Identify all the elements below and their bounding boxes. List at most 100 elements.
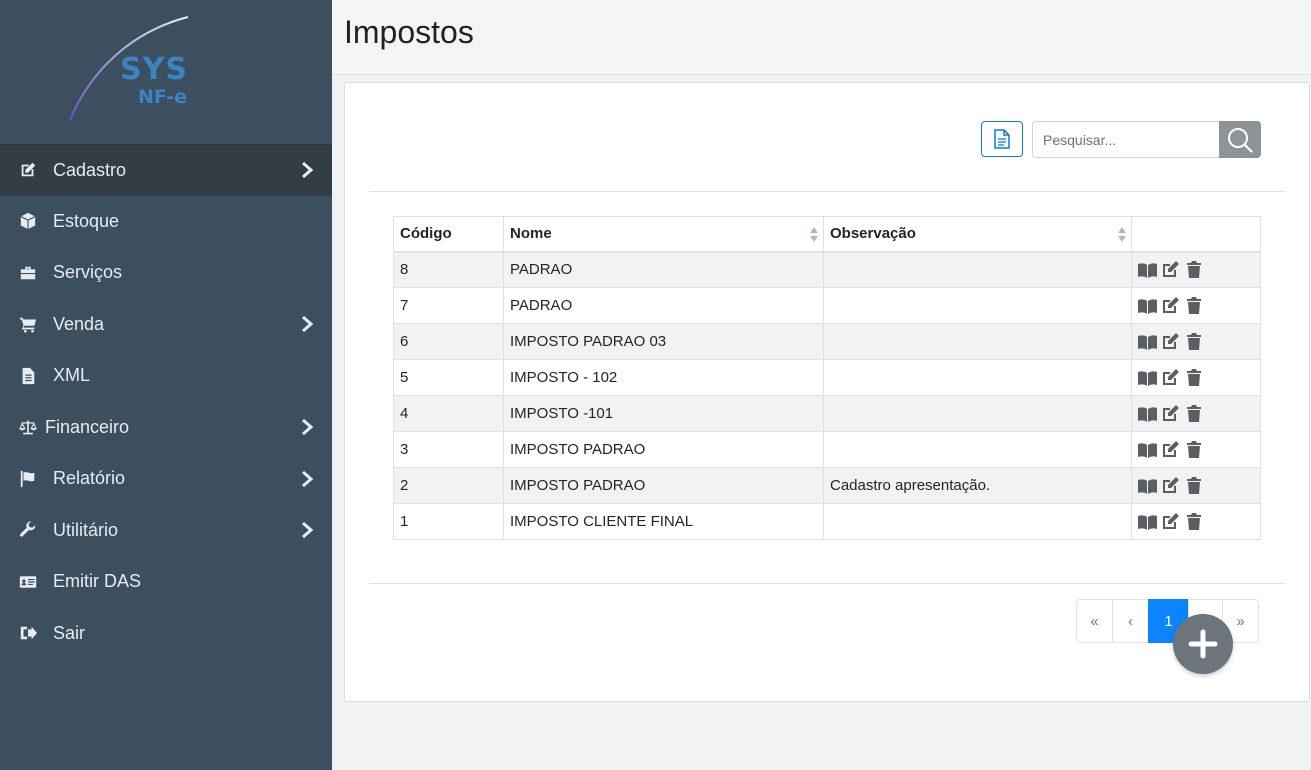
trash-icon[interactable]: [1184, 513, 1203, 531]
sidebar-item-label: Financeiro: [45, 416, 130, 437]
trash-icon[interactable]: [1184, 297, 1203, 315]
trash-icon[interactable]: [1184, 405, 1203, 423]
sidebar-item-label: Relatório: [53, 468, 126, 489]
sidebar-item-relatorio[interactable]: Relatório: [0, 453, 332, 505]
chevron-right-icon: [300, 161, 314, 179]
table-row: 8 PADRAO: [393, 251, 1261, 288]
sidebar-item-financeiro[interactable]: Financeiro: [0, 402, 332, 454]
cell-nome: IMPOSTO - 102: [503, 359, 824, 396]
edit-icon[interactable]: [1161, 297, 1180, 315]
cell-actions: [1131, 323, 1261, 360]
page-header: Impostos: [332, 0, 1311, 75]
trash-icon[interactable]: [1184, 261, 1203, 279]
taxes-table: Código Nome Observação 8 PADRAO 7 PADRAO 6 IM…: [393, 216, 1261, 540]
book-icon[interactable]: [1138, 297, 1157, 315]
cell-observacao: [823, 431, 1132, 468]
book-icon[interactable]: [1138, 369, 1157, 387]
cell-observacao: [823, 323, 1132, 360]
document-icon: [994, 129, 1010, 149]
sidebar-item-label: Sair: [53, 622, 86, 643]
sort-icon: [810, 227, 818, 242]
edit-icon[interactable]: [1161, 477, 1180, 495]
cell-observacao: [823, 395, 1132, 432]
cell-nome: IMPOSTO -101: [503, 395, 824, 432]
search-input[interactable]: [1032, 121, 1220, 158]
edit-icon: [18, 160, 38, 180]
trash-icon[interactable]: [1184, 477, 1203, 495]
cell-nome: PADRAO: [503, 287, 824, 324]
scale-icon: [18, 417, 38, 437]
edit-icon[interactable]: [1161, 441, 1180, 459]
cell-actions: [1131, 359, 1261, 396]
column-header-nome[interactable]: Nome: [503, 216, 824, 253]
sidebar-item-emitir-das[interactable]: Emitir DAS: [0, 556, 332, 608]
sidebar-item-label: XML: [53, 365, 91, 386]
add-button[interactable]: [1173, 614, 1233, 674]
app-logo: SYS NF-e: [0, 0, 332, 144]
cell-codigo: 5: [393, 359, 504, 396]
flag-icon: [18, 469, 38, 489]
content-card: Código Nome Observação 8PADRAO7PADRAO6IM…: [344, 82, 1310, 702]
book-icon[interactable]: [1138, 477, 1157, 495]
cell-codigo: 3: [393, 431, 504, 468]
cell-actions: [1131, 467, 1261, 504]
sidebar-item-label: Estoque: [53, 210, 120, 231]
column-header-observacao[interactable]: Observação: [823, 216, 1132, 253]
column-header-codigo[interactable]: Código: [393, 216, 504, 253]
trash-icon[interactable]: [1184, 441, 1203, 459]
book-icon[interactable]: [1138, 261, 1157, 279]
sidebar-item-venda[interactable]: Venda: [0, 299, 332, 351]
briefcase-icon: [18, 263, 38, 283]
logo-sys-text: SYS: [120, 52, 188, 87]
table-row: 6 IMPOSTO PADRAO 03: [393, 323, 1261, 360]
edit-icon[interactable]: [1161, 333, 1180, 351]
book-icon[interactable]: [1138, 441, 1157, 459]
cell-observacao: [823, 503, 1132, 540]
chevron-right-icon: [300, 470, 314, 488]
table-row: 4 IMPOSTO -101: [393, 395, 1261, 432]
divider: [369, 583, 1285, 584]
sidebar-item-servicos[interactable]: Serviços: [0, 247, 332, 299]
cart-icon: [18, 314, 38, 334]
column-header-actions: [1131, 216, 1261, 253]
cell-observacao: [823, 287, 1132, 324]
sidebar-item-label: Venda: [53, 313, 105, 334]
sidebar-item-sair[interactable]: Sair: [0, 608, 332, 660]
trash-icon[interactable]: [1184, 333, 1203, 351]
cell-observacao: [823, 251, 1132, 288]
book-icon[interactable]: [1138, 333, 1157, 351]
sidebar-nav: Cadastro Estoque Serviços Venda XML Fina…: [0, 144, 332, 659]
edit-icon[interactable]: [1161, 405, 1180, 423]
book-icon[interactable]: [1138, 513, 1157, 531]
sidebar-item-estoque[interactable]: Estoque: [0, 196, 332, 248]
plus-icon: [1188, 629, 1218, 659]
cell-nome: IMPOSTO PADRAO 03: [503, 323, 824, 360]
cell-actions: [1131, 503, 1261, 540]
table-row: 2 IMPOSTO PADRAO Cadastro apresentação.: [393, 467, 1261, 504]
chevron-right-icon: [300, 315, 314, 333]
cell-nome: IMPOSTO PADRAO: [503, 467, 824, 504]
chevron-right-icon: [300, 521, 314, 539]
pagination-first[interactable]: «: [1076, 599, 1113, 643]
table-row: 5 IMPOSTO - 102: [393, 359, 1261, 396]
cell-nome: PADRAO: [503, 251, 824, 288]
edit-icon[interactable]: [1161, 513, 1180, 531]
cell-nome: IMPOSTO CLIENTE FINAL: [503, 503, 824, 540]
sidebar-item-cadastro[interactable]: Cadastro: [0, 144, 332, 196]
edit-icon[interactable]: [1161, 369, 1180, 387]
edit-icon[interactable]: [1161, 261, 1180, 279]
sidebar-item-utilitario[interactable]: Utilitário: [0, 505, 332, 557]
sidebar-item-label: Utilitário: [53, 519, 119, 540]
chevron-right-icon: [300, 418, 314, 436]
sign-out-icon: [18, 623, 38, 643]
id-card-icon: [18, 572, 38, 592]
report-button[interactable]: [981, 121, 1023, 157]
pagination-prev[interactable]: ‹: [1112, 599, 1149, 643]
search-button[interactable]: [1219, 121, 1261, 158]
trash-icon[interactable]: [1184, 369, 1203, 387]
cell-codigo: 4: [393, 395, 504, 432]
sidebar-item-xml[interactable]: XML: [0, 350, 332, 402]
book-icon[interactable]: [1138, 405, 1157, 423]
cell-codigo: 7: [393, 287, 504, 324]
table-row: 7 PADRAO: [393, 287, 1261, 324]
